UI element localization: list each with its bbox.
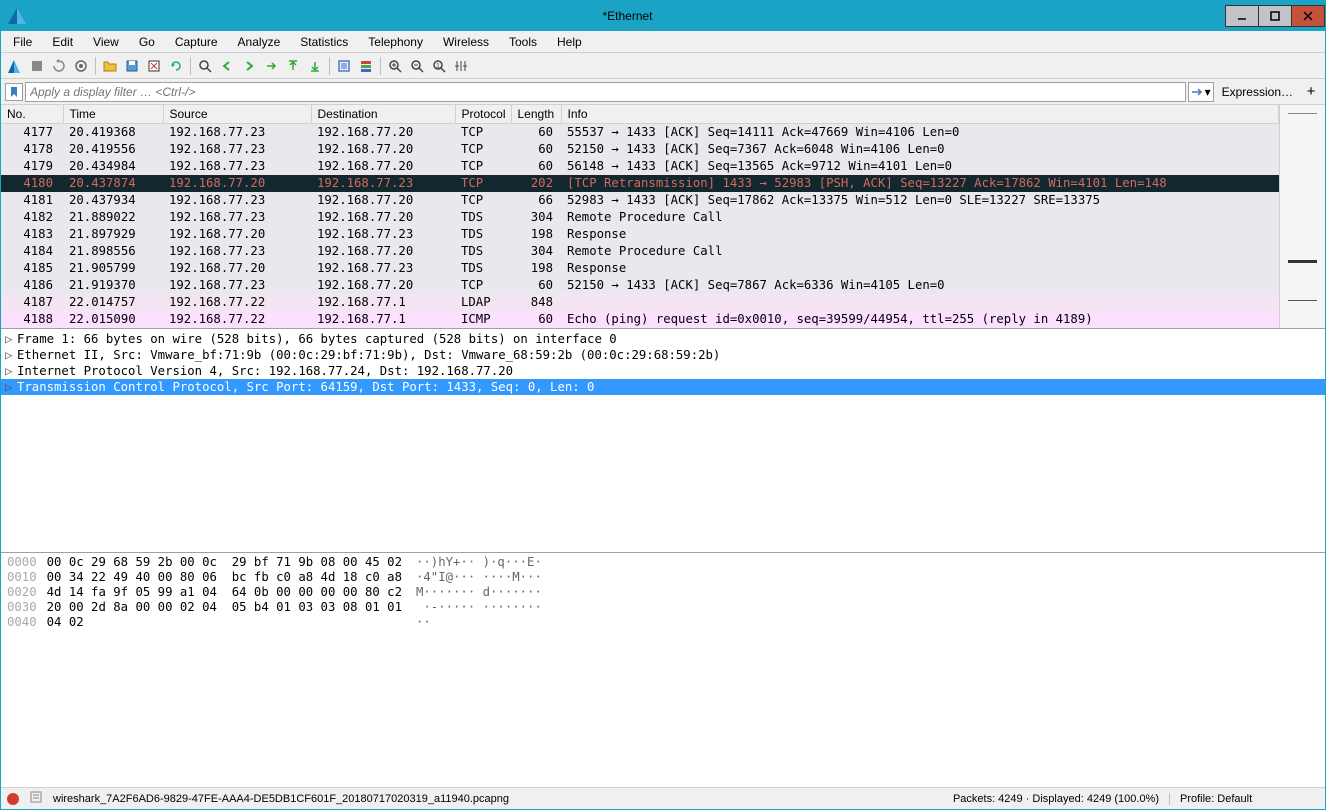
reload-icon[interactable] [166, 56, 186, 76]
menu-file[interactable]: File [5, 33, 40, 51]
packet-row[interactable]: 418521.905799192.168.77.20192.168.77.23T… [1, 260, 1279, 277]
save-file-icon[interactable] [122, 56, 142, 76]
column-header[interactable]: No. [1, 105, 63, 124]
details-tree-row[interactable]: ▷Transmission Control Protocol, Src Port… [1, 379, 1325, 395]
close-file-icon[interactable] [144, 56, 164, 76]
start-capture-icon[interactable] [5, 56, 25, 76]
window-title: *Ethernet [29, 9, 1226, 23]
packet-row[interactable]: 418822.015090192.168.77.22192.168.77.1IC… [1, 311, 1279, 328]
column-header[interactable]: Source [163, 105, 311, 124]
packet-overview-scrollbar[interactable] [1279, 105, 1325, 328]
go-back-icon[interactable] [217, 56, 237, 76]
column-header[interactable]: Destination [311, 105, 455, 124]
menu-tools[interactable]: Tools [501, 33, 545, 51]
resize-columns-icon[interactable] [451, 56, 471, 76]
goto-first-icon[interactable] [283, 56, 303, 76]
hex-row[interactable]: 004004 02 ·· [7, 615, 1319, 630]
zoom-reset-icon[interactable]: 1 [429, 56, 449, 76]
hex-row[interactable]: 00204d 14 fa 9f 05 99 a1 04 64 0b 00 00 … [7, 585, 1319, 600]
column-header[interactable]: Info [561, 105, 1279, 124]
packet-row[interactable]: 417920.434984192.168.77.23192.168.77.20T… [1, 158, 1279, 175]
status-profile[interactable]: Profile: Default [1169, 793, 1319, 805]
details-tree-row[interactable]: ▷Frame 1: 66 bytes on wire (528 bits), 6… [1, 331, 1325, 347]
packet-row[interactable]: 418421.898556192.168.77.23192.168.77.20T… [1, 243, 1279, 260]
menu-capture[interactable]: Capture [167, 33, 226, 51]
hex-row[interactable]: 001000 34 22 49 40 00 80 06 bc fb c0 a8 … [7, 570, 1319, 585]
packet-bytes-pane[interactable]: 000000 0c 29 68 59 2b 00 0c 29 bf 71 9b … [1, 553, 1325, 788]
status-file-path: wireshark_7A2F6AD6-9829-47FE-AAA4-DE5DB1… [53, 793, 943, 805]
hex-row[interactable]: 003020 00 2d 8a 00 00 02 04 05 b4 01 03 … [7, 600, 1319, 615]
status-packet-count: Packets: 4249 · Displayed: 4249 (100.0%) [953, 793, 1159, 805]
packet-list[interactable]: No.TimeSourceDestinationProtocolLengthIn… [1, 105, 1279, 328]
menu-statistics[interactable]: Statistics [292, 33, 356, 51]
maximize-button[interactable] [1258, 5, 1292, 27]
column-header[interactable]: Protocol [455, 105, 511, 124]
zoom-out-icon[interactable] [407, 56, 427, 76]
goto-last-icon[interactable] [305, 56, 325, 76]
filter-bar: ▾ Expression… + [1, 79, 1325, 105]
packet-row[interactable]: 418120.437934192.168.77.23192.168.77.20T… [1, 192, 1279, 209]
details-tree-row[interactable]: ▷Ethernet II, Src: Vmware_bf:71:9b (00:0… [1, 347, 1325, 363]
column-header[interactable]: Length [511, 105, 561, 124]
menu-telephony[interactable]: Telephony [360, 33, 431, 51]
expert-info-icon[interactable] [7, 793, 19, 805]
go-forward-icon[interactable] [239, 56, 259, 76]
capture-file-properties-icon[interactable] [29, 790, 43, 807]
toolbar: 1 [1, 53, 1325, 79]
packet-row[interactable]: 418321.897929192.168.77.20192.168.77.23T… [1, 226, 1279, 243]
menubar: FileEditViewGoCaptureAnalyzeStatisticsTe… [1, 31, 1325, 53]
titlebar: *Ethernet [1, 1, 1325, 31]
add-filter-button[interactable]: + [1301, 82, 1321, 102]
bookmark-filter-icon[interactable] [5, 83, 23, 101]
packet-row[interactable]: 418020.437874192.168.77.20192.168.77.23T… [1, 175, 1279, 192]
close-button[interactable] [1291, 5, 1325, 27]
minimize-button[interactable] [1225, 5, 1259, 27]
display-filter-input[interactable] [25, 82, 1186, 102]
zoom-in-icon[interactable] [385, 56, 405, 76]
packet-row[interactable]: 418621.919370192.168.77.23192.168.77.20T… [1, 277, 1279, 294]
hex-row[interactable]: 000000 0c 29 68 59 2b 00 0c 29 bf 71 9b … [7, 555, 1319, 570]
menu-help[interactable]: Help [549, 33, 590, 51]
packet-details-pane[interactable]: ▷Frame 1: 66 bytes on wire (528 bits), 6… [1, 329, 1325, 553]
svg-text:1: 1 [436, 63, 440, 70]
menu-edit[interactable]: Edit [44, 33, 81, 51]
app-icon [5, 4, 29, 28]
menu-analyze[interactable]: Analyze [230, 33, 289, 51]
open-file-icon[interactable] [100, 56, 120, 76]
restart-capture-icon[interactable] [49, 56, 69, 76]
colorize-icon[interactable] [356, 56, 376, 76]
packet-row[interactable]: 417820.419556192.168.77.23192.168.77.20T… [1, 141, 1279, 158]
goto-packet-icon[interactable] [261, 56, 281, 76]
menu-go[interactable]: Go [131, 33, 163, 51]
stop-capture-icon[interactable] [27, 56, 47, 76]
menu-view[interactable]: View [85, 33, 127, 51]
statusbar: wireshark_7A2F6AD6-9829-47FE-AAA4-DE5DB1… [1, 787, 1325, 809]
autoscroll-icon[interactable] [334, 56, 354, 76]
menu-wireless[interactable]: Wireless [435, 33, 497, 51]
capture-options-icon[interactable] [71, 56, 91, 76]
find-packet-icon[interactable] [195, 56, 215, 76]
packet-row[interactable]: 417720.419368192.168.77.23192.168.77.20T… [1, 124, 1279, 141]
details-tree-row[interactable]: ▷Internet Protocol Version 4, Src: 192.1… [1, 363, 1325, 379]
column-header[interactable]: Time [63, 105, 163, 124]
expression-button[interactable]: Expression… [1216, 82, 1299, 102]
packet-row[interactable]: 418722.014757192.168.77.22192.168.77.1LD… [1, 294, 1279, 311]
filter-apply-button[interactable]: ▾ [1188, 82, 1214, 102]
packet-row[interactable]: 418221.889022192.168.77.23192.168.77.20T… [1, 209, 1279, 226]
